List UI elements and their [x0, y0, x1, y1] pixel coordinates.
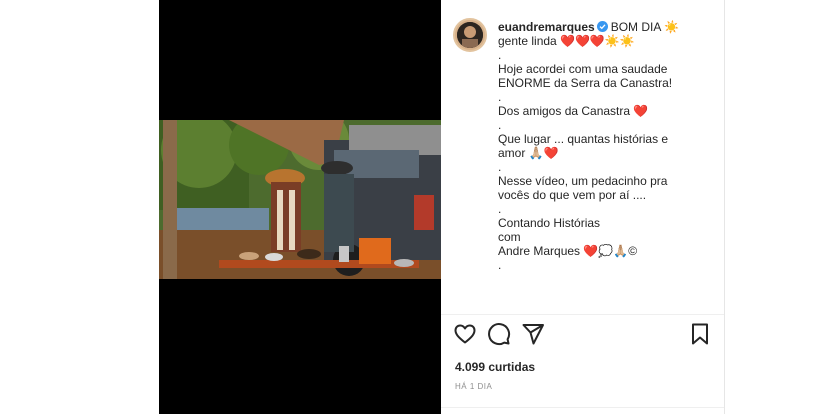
- action-bar: [441, 322, 724, 350]
- caption-line: Contando Histórias: [498, 216, 601, 230]
- bookmark-icon[interactable]: [688, 322, 714, 348]
- caption-line: Nesse vídeo, um pedacinho pra: [498, 174, 668, 188]
- username[interactable]: euandremarques: [498, 20, 595, 34]
- caption-line-0: euandremarques BOM DIA ☀️: [498, 20, 718, 34]
- video-player[interactable]: [159, 120, 441, 279]
- divider: [441, 314, 724, 315]
- video-thumbnail: [159, 120, 441, 279]
- caption-line: .: [498, 160, 502, 174]
- avatar-image: [457, 22, 483, 48]
- caption-line: Hoje acordei com uma saudade: [498, 62, 668, 76]
- caption-line: .: [498, 48, 502, 62]
- caption-area: euandremarques BOM DIA ☀️ gente linda ❤️❤…: [441, 0, 724, 314]
- caption-line: Que lugar ... quantas histórias e: [498, 132, 669, 146]
- comment-icon[interactable]: [487, 322, 513, 348]
- caption-line: .: [498, 258, 502, 272]
- share-icon[interactable]: [521, 322, 547, 348]
- caption-line: Dos amigos da Canastra ❤️: [498, 104, 649, 118]
- caption-line: amor 🙏🏼❤️: [498, 146, 559, 160]
- caption-line: .: [498, 90, 502, 104]
- instagram-post: euandremarques BOM DIA ☀️ gente linda ❤️❤…: [159, 0, 725, 414]
- post-media: [159, 0, 441, 414]
- caption-line: gente linda ❤️❤️❤️☀️☀️: [498, 34, 635, 48]
- caption-line: .: [498, 202, 502, 216]
- heart-icon[interactable]: [453, 322, 479, 348]
- post-caption: euandremarques BOM DIA ☀️ gente linda ❤️❤…: [498, 20, 718, 272]
- avatar[interactable]: [453, 18, 487, 52]
- caption-line: vocês do que vem por aí ....: [498, 188, 647, 202]
- divider: [441, 407, 724, 408]
- post-panel: euandremarques BOM DIA ☀️ gente linda ❤️❤…: [441, 0, 725, 414]
- caption-line: .: [498, 118, 502, 132]
- verified-badge-icon: [596, 21, 608, 32]
- likes-count[interactable]: 4.099 curtidas: [455, 360, 535, 374]
- post-timestamp[interactable]: HÁ 1 DIA: [455, 382, 492, 391]
- caption-line: com: [498, 230, 521, 244]
- caption-line: Andre Marques ❤️💭🙏🏼©: [498, 244, 638, 258]
- caption-text: BOM DIA ☀️: [610, 20, 679, 34]
- caption-line: ENORME da Serra da Canastra!: [498, 76, 673, 90]
